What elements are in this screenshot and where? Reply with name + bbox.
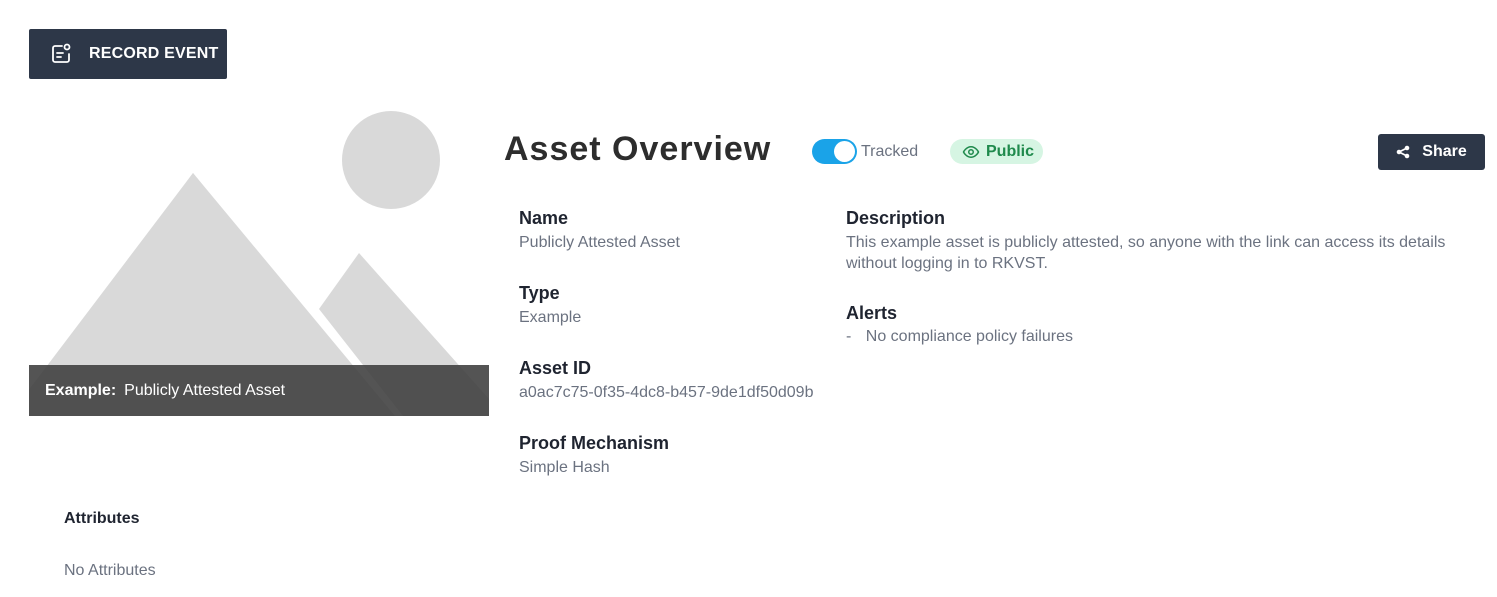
share-label: Share — [1422, 143, 1467, 160]
alert-text: No compliance policy failures — [865, 328, 1073, 345]
asset-id-label: Asset ID — [519, 358, 592, 378]
page-title: Asset Overview — [504, 130, 772, 168]
type-value: Example — [519, 309, 582, 326]
name-label: Name — [519, 208, 569, 228]
attributes-empty-text: No Attributes — [64, 562, 156, 579]
toggle-knob — [834, 141, 855, 162]
description-value: This example asset is publicly attested,… — [846, 234, 1446, 272]
alert-item: - No compliance policy failures — [846, 328, 1073, 345]
public-label: Public — [986, 142, 1035, 160]
asset-image-placeholder: Example: Publicly Attested Asset — [29, 99, 489, 416]
record-event-label: RECORD EVENT — [89, 45, 219, 62]
public-badge: Public — [950, 139, 1043, 164]
tracked-toggle[interactable] — [812, 139, 857, 164]
asset-image-caption: Example: Publicly Attested Asset — [29, 365, 489, 416]
attributes-heading: Attributes — [64, 510, 140, 527]
share-button[interactable]: Share — [1378, 134, 1485, 170]
name-value: Publicly Attested Asset — [519, 234, 680, 251]
proof-mechanism-value: Simple Hash — [519, 459, 610, 476]
record-event-button[interactable]: RECORD EVENT — [29, 29, 227, 79]
eye-icon — [962, 143, 980, 161]
caption-key: Example: — [45, 381, 117, 399]
caption-value: Publicly Attested Asset — [124, 381, 286, 399]
tracked-label: Tracked — [861, 143, 919, 160]
type-label: Type — [519, 283, 560, 303]
share-icon — [1396, 145, 1410, 159]
description-label: Description — [846, 208, 946, 228]
proof-mechanism-label: Proof Mechanism — [519, 433, 670, 453]
asset-id-value: a0ac7c75-0f35-4dc8-b457-9de1df50d09b — [519, 384, 814, 401]
alerts-label: Alerts — [846, 303, 898, 323]
clipboard-event-icon — [49, 42, 73, 66]
